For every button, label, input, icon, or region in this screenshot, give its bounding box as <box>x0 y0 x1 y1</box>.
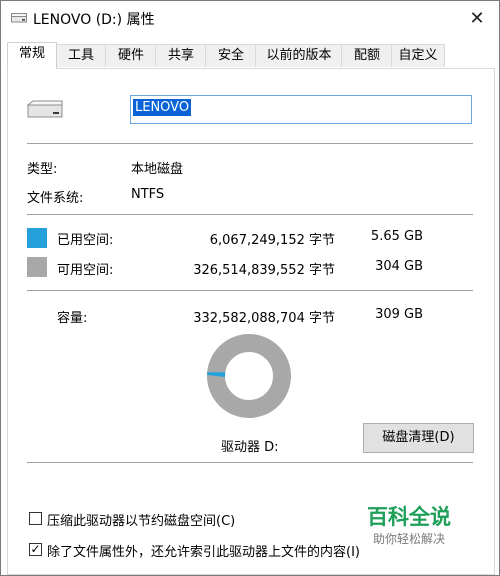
compress-label: 压缩此驱动器以节约磁盘空间(C) <box>47 514 236 529</box>
drive-large-icon <box>27 100 63 118</box>
free-space-swatch <box>27 257 47 277</box>
free-space-ring <box>207 334 291 418</box>
tab-quota[interactable]: 配额 <box>341 44 393 67</box>
tab-hardware[interactable]: 硬件 <box>105 44 157 67</box>
filesystem-value: NTFS <box>131 187 165 202</box>
type-label: 类型: <box>27 162 58 177</box>
capacity-label: 容量: <box>57 311 88 326</box>
divider <box>27 462 473 463</box>
close-button[interactable]: ✕ <box>455 1 499 35</box>
tab-sharing[interactable]: 共享 <box>155 44 207 67</box>
drive-name-value[interactable]: LENOVO <box>133 99 192 116</box>
properties-window: LENOVO (D:) 属性 ✕ 常规 工具 硬件 共享 安全 以前的版本 配额… <box>0 0 500 576</box>
used-space-bytes: 6,067,249,152 字节 <box>209 233 335 248</box>
tab-tools[interactable]: 工具 <box>55 44 107 67</box>
used-space-swatch <box>27 228 47 248</box>
drive-letter-label: 驱动器 D: <box>221 440 279 455</box>
tab-previous-versions[interactable]: 以前的版本 <box>255 44 343 67</box>
index-label: 除了文件属性外，还允许索引此驱动器上文件的内容(I) <box>47 545 360 560</box>
type-value: 本地磁盘 <box>131 162 184 177</box>
free-space-bytes: 326,514,839,552 字节 <box>193 263 335 278</box>
divider <box>27 290 473 291</box>
index-checkbox[interactable]: ✓ <box>29 543 42 556</box>
window-title: LENOVO (D:) 属性 <box>33 12 155 28</box>
usage-donut-chart <box>207 334 291 418</box>
watermark-subtitle: 助你轻松解决 <box>373 532 446 546</box>
free-space-label: 可用空间: <box>57 263 114 278</box>
watermark-title: 百科全说 <box>367 505 451 529</box>
tab-security[interactable]: 安全 <box>205 44 257 67</box>
capacity-bytes: 332,582,088,704 字节 <box>193 311 335 326</box>
check-icon: ✓ <box>30 542 41 556</box>
tab-customize[interactable]: 自定义 <box>391 44 445 67</box>
close-icon: ✕ <box>469 7 485 29</box>
compress-checkbox[interactable] <box>29 512 42 525</box>
drive-icon <box>11 13 27 23</box>
capacity-size: 309 GB <box>375 307 423 322</box>
divider <box>27 214 473 215</box>
used-space-label: 已用空间: <box>57 233 114 248</box>
tab-general[interactable]: 常规 <box>7 42 57 69</box>
disk-cleanup-button[interactable]: 磁盘清理(D) <box>363 423 474 453</box>
filesystem-label: 文件系统: <box>27 191 84 206</box>
title-bar: LENOVO (D:) 属性 ✕ <box>1 1 499 35</box>
free-space-size: 304 GB <box>375 259 423 274</box>
used-space-size: 5.65 GB <box>370 229 423 244</box>
divider <box>27 143 473 144</box>
